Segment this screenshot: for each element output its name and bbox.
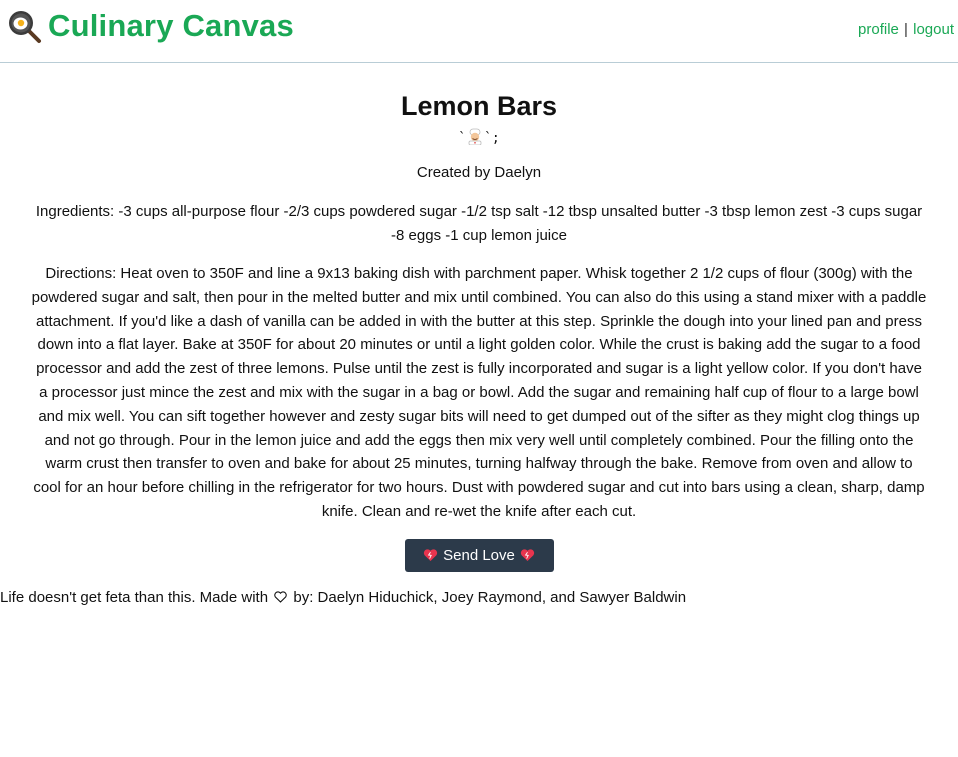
account-links: profile | logout (858, 21, 954, 38)
chef-icon (466, 127, 484, 146)
profile-link[interactable]: profile (858, 21, 899, 38)
emoji-prefix: ` (458, 131, 467, 146)
top-navbar: Culinary Canvas profile | logout (0, 0, 958, 63)
recipe-emoji: ` `; (30, 127, 928, 149)
emoji-suffix: `; (484, 131, 500, 146)
recipe-title: Lemon Bars (400, 91, 558, 121)
recipe-author: Created by Daelyn (416, 164, 542, 181)
send-love-label: Send Love (443, 546, 515, 564)
outline-heart-icon (274, 589, 287, 603)
site-title: Culinary Canvas (48, 8, 294, 43)
recipe-ingredients: Ingredients: -3 cups all-purpose flour -… (35, 203, 923, 244)
frying-pan-egg-icon (8, 10, 41, 43)
recipe-detail: Lemon Bars ` `; Created by Daelyn Ingred… (0, 89, 958, 572)
site-footer: Life doesn't get feta than this. Made wi… (0, 588, 958, 608)
heart-icon (423, 548, 438, 562)
recipe-directions: Directions: Heat oven to 350F and line a… (31, 265, 927, 520)
link-separator: | (904, 21, 908, 38)
footer-credits: by: Daelyn Hiduchick, Joey Raymond, and … (293, 588, 687, 606)
send-love-button[interactable]: Send Love (404, 538, 554, 572)
footer-text-before: Life doesn't get feta than this. Made wi… (0, 588, 269, 606)
brand[interactable]: Culinary Canvas (8, 8, 294, 44)
logout-link[interactable]: logout (913, 21, 954, 38)
heart-icon (520, 548, 535, 562)
